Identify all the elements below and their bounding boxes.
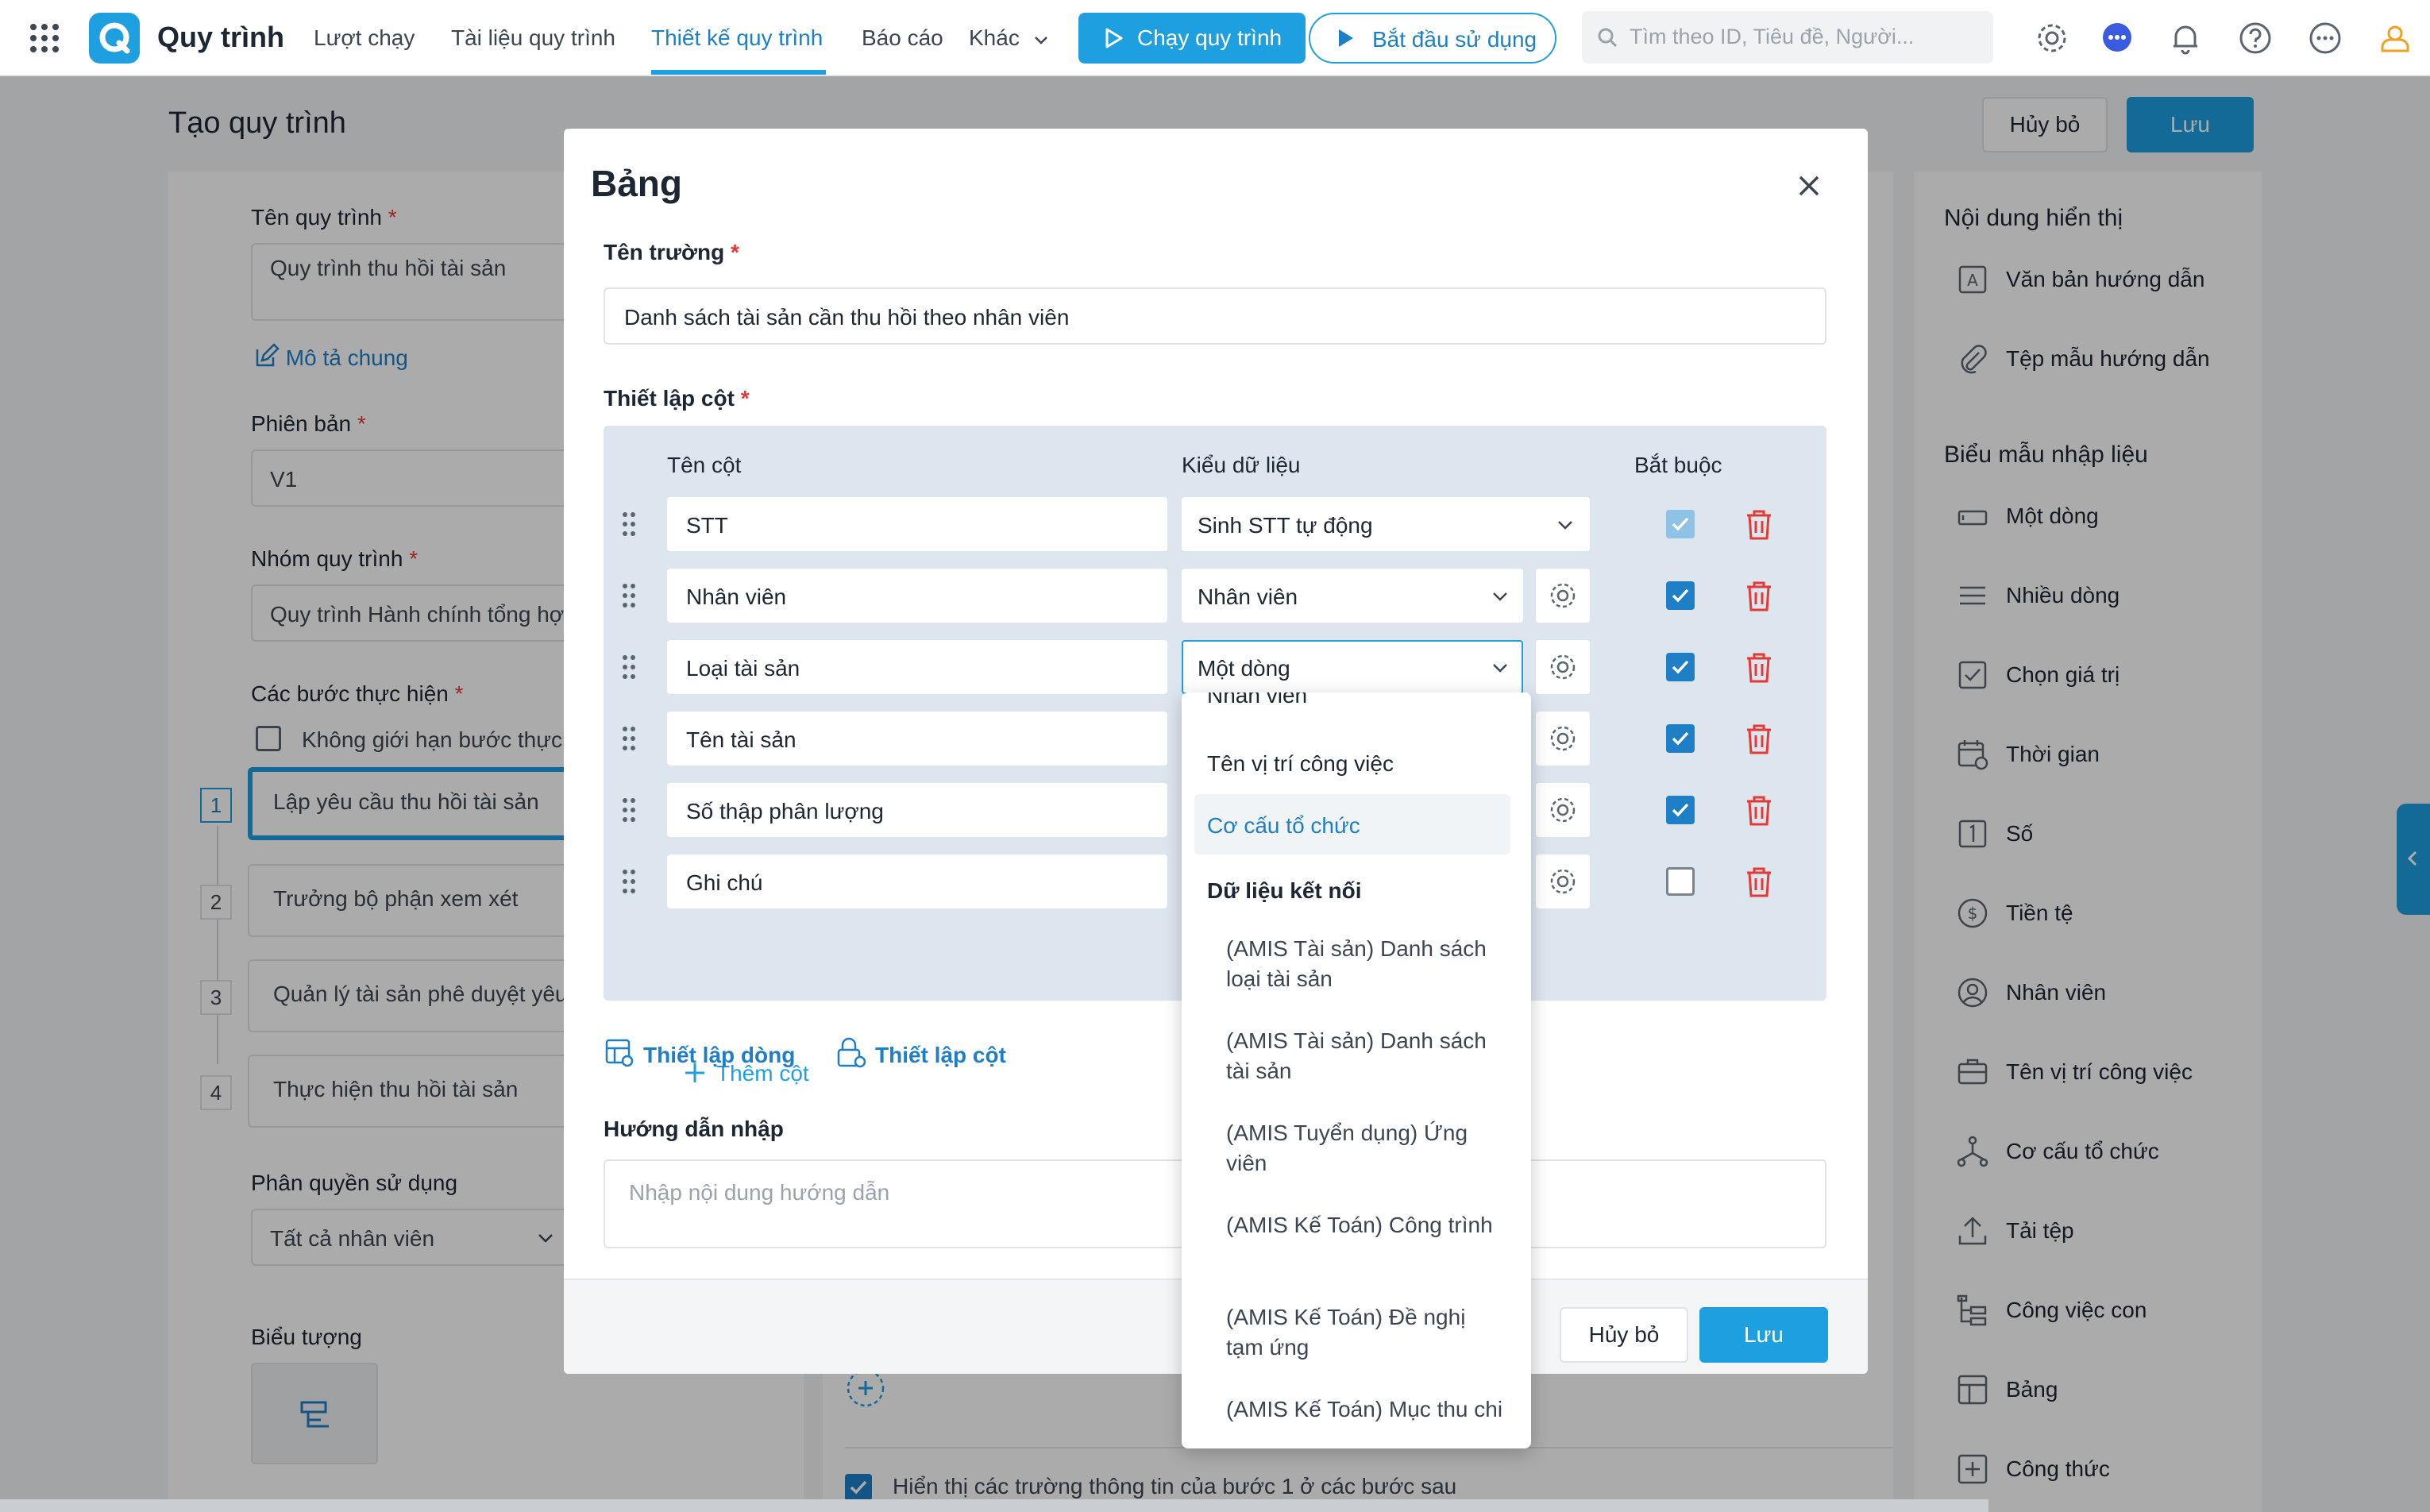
- chevron-down-icon: [1493, 592, 1507, 601]
- drag-handle-icon[interactable]: [619, 724, 638, 753]
- gear-icon: [1550, 869, 1576, 894]
- column-settings-button[interactable]: [1536, 569, 1590, 623]
- nav-process-design[interactable]: Thiết kế quy trình: [651, 25, 823, 51]
- drag-handle-icon[interactable]: [619, 510, 638, 538]
- column-name-input[interactable]: Tên tài sản: [667, 712, 1167, 766]
- gear-icon[interactable]: [2033, 19, 2071, 57]
- required-checkbox-disabled: [1666, 510, 1695, 538]
- checkmark-icon: [1672, 731, 1689, 746]
- input-guide-label: Hướng dẫn nhập: [604, 1117, 784, 1141]
- search-placeholder: Tìm theo ID, Tiêu đề, Người...: [1630, 25, 1915, 48]
- more-options-icon[interactable]: [2306, 19, 2344, 57]
- column-setup-label: Thiết lập cột *: [604, 386, 750, 411]
- nav-more[interactable]: Khác: [969, 25, 1050, 51]
- modal-save-button[interactable]: Lưu: [1699, 1307, 1828, 1363]
- chevron-down-icon: [1558, 521, 1572, 530]
- nav-more-label: Khác: [969, 25, 1020, 50]
- required-checkbox[interactable]: [1666, 724, 1695, 753]
- column-settings-button[interactable]: [1536, 854, 1590, 908]
- row-settings-icon: [605, 1039, 634, 1067]
- dropdown-connected-option[interactable]: (AMIS Kế Toán) Mục thu chi: [1226, 1394, 1504, 1425]
- modal-title: Bảng: [591, 163, 682, 204]
- play-icon: [1339, 29, 1353, 47]
- top-navigation-bar: Quy trình Lượt chạy Tài liệu quy trình T…: [0, 0, 2430, 76]
- search-icon: [1598, 28, 1618, 48]
- required-checkbox[interactable]: [1666, 581, 1695, 610]
- bell-icon[interactable]: [2166, 19, 2204, 57]
- column-settings-button[interactable]: [1536, 783, 1590, 837]
- gear-icon: [1550, 726, 1576, 751]
- column-name-input[interactable]: Loại tài sản: [667, 640, 1167, 694]
- gear-icon: [1550, 797, 1576, 823]
- dropdown-option[interactable]: Nhân viên: [1207, 692, 1307, 708]
- column-header-required: Bắt buộc: [1634, 453, 1722, 477]
- trash-icon[interactable]: [1741, 507, 1777, 543]
- column-name-input[interactable]: Nhân viên: [667, 569, 1167, 623]
- drag-handle-icon[interactable]: [619, 867, 638, 896]
- trash-icon[interactable]: [1741, 721, 1777, 758]
- close-icon[interactable]: [1792, 168, 1826, 203]
- column-type-select[interactable]: Sinh STT tự động: [1182, 497, 1590, 551]
- column-header-name: Tên cột: [667, 453, 742, 477]
- column-setup-link[interactable]: Thiết lập cột: [835, 1037, 1006, 1069]
- column-settings-button[interactable]: [1536, 712, 1590, 766]
- gear-icon: [1550, 654, 1576, 680]
- app-grid-icon[interactable]: [27, 21, 62, 56]
- drag-handle-icon[interactable]: [619, 796, 638, 824]
- required-checkbox[interactable]: [1666, 796, 1695, 824]
- column-name-input[interactable]: Số thập phân lượng: [667, 783, 1167, 837]
- required-checkbox[interactable]: [1666, 867, 1695, 896]
- checkmark-icon: [1672, 660, 1689, 674]
- column-name-input[interactable]: Ghi chú: [667, 854, 1167, 908]
- modal-cancel-button[interactable]: Hủy bỏ: [1560, 1307, 1688, 1363]
- help-icon[interactable]: [2236, 19, 2274, 57]
- checkmark-icon: [1672, 803, 1689, 817]
- dropdown-option-highlighted[interactable]: Cơ cấu tổ chức: [1207, 813, 1360, 839]
- column-header-type: Kiểu dữ liệu: [1182, 453, 1301, 477]
- app-title: Quy trình: [157, 21, 284, 53]
- drag-handle-icon[interactable]: [619, 581, 638, 610]
- drag-handle-icon[interactable]: [619, 653, 638, 681]
- column-name-input[interactable]: STT: [667, 497, 1167, 551]
- horizontal-scrollbar[interactable]: [0, 1499, 1988, 1512]
- dropdown-connected-option[interactable]: (AMIS Kế Toán) Công trình: [1226, 1210, 1504, 1240]
- field-name-input[interactable]: Danh sách tài sản cần thu hồi theo nhân …: [604, 287, 1826, 345]
- chat-icon[interactable]: [2098, 19, 2136, 57]
- search-box[interactable]: Tìm theo ID, Tiêu đề, Người...: [1582, 11, 1993, 64]
- data-type-dropdown-menu: Nhân viên Tên vị trí công việc Cơ cấu tổ…: [1182, 692, 1531, 1448]
- trash-icon[interactable]: [1741, 578, 1777, 615]
- field-name-label: Tên trường *: [604, 240, 739, 264]
- trash-icon[interactable]: [1741, 864, 1777, 901]
- trash-icon[interactable]: [1741, 793, 1777, 829]
- checkmark-icon: [1672, 517, 1689, 531]
- dropdown-connected-option[interactable]: (AMIS Kế Toán) Đề nghị tạm ứng: [1226, 1302, 1504, 1363]
- start-using-button[interactable]: Bắt đầu sử dụng: [1309, 13, 1556, 64]
- chevron-down-icon: [1034, 36, 1047, 44]
- play-outline-icon: [1105, 28, 1123, 48]
- nav-runs[interactable]: Lượt chạy: [314, 25, 415, 51]
- dropdown-connected-option[interactable]: (AMIS Tuyển dụng) Ứng viên: [1226, 1118, 1504, 1178]
- dropdown-option[interactable]: Tên vị trí công việc: [1207, 751, 1394, 777]
- user-avatar-icon[interactable]: [2376, 19, 2414, 57]
- dropdown-connected-option[interactable]: (AMIS Tài sản) Danh sách loại tài sản: [1226, 934, 1504, 994]
- nav-reports[interactable]: Báo cáo: [862, 25, 943, 51]
- column-type-select-open[interactable]: Một dòng: [1182, 640, 1523, 694]
- lock-settings-icon: [837, 1037, 866, 1068]
- app-logo-icon[interactable]: [89, 13, 140, 64]
- chevron-down-icon: [1493, 664, 1507, 673]
- gear-icon: [1550, 583, 1576, 608]
- run-process-button[interactable]: Chạy quy trình: [1078, 13, 1306, 64]
- column-type-select[interactable]: Nhân viên: [1182, 569, 1523, 623]
- checkmark-icon: [1672, 588, 1689, 603]
- required-checkbox[interactable]: [1666, 653, 1695, 681]
- trash-icon[interactable]: [1741, 650, 1777, 686]
- dropdown-connected-option[interactable]: (AMIS Tài sản) Danh sách tài sản: [1226, 1026, 1504, 1086]
- dropdown-group-heading: Dữ liệu kết nối: [1207, 878, 1362, 903]
- active-tab-indicator: [651, 70, 826, 75]
- column-settings-button[interactable]: [1536, 640, 1590, 694]
- row-setup-link[interactable]: Thiết lập dòng: [604, 1037, 795, 1069]
- nav-process-docs[interactable]: Tài liệu quy trình: [451, 25, 615, 51]
